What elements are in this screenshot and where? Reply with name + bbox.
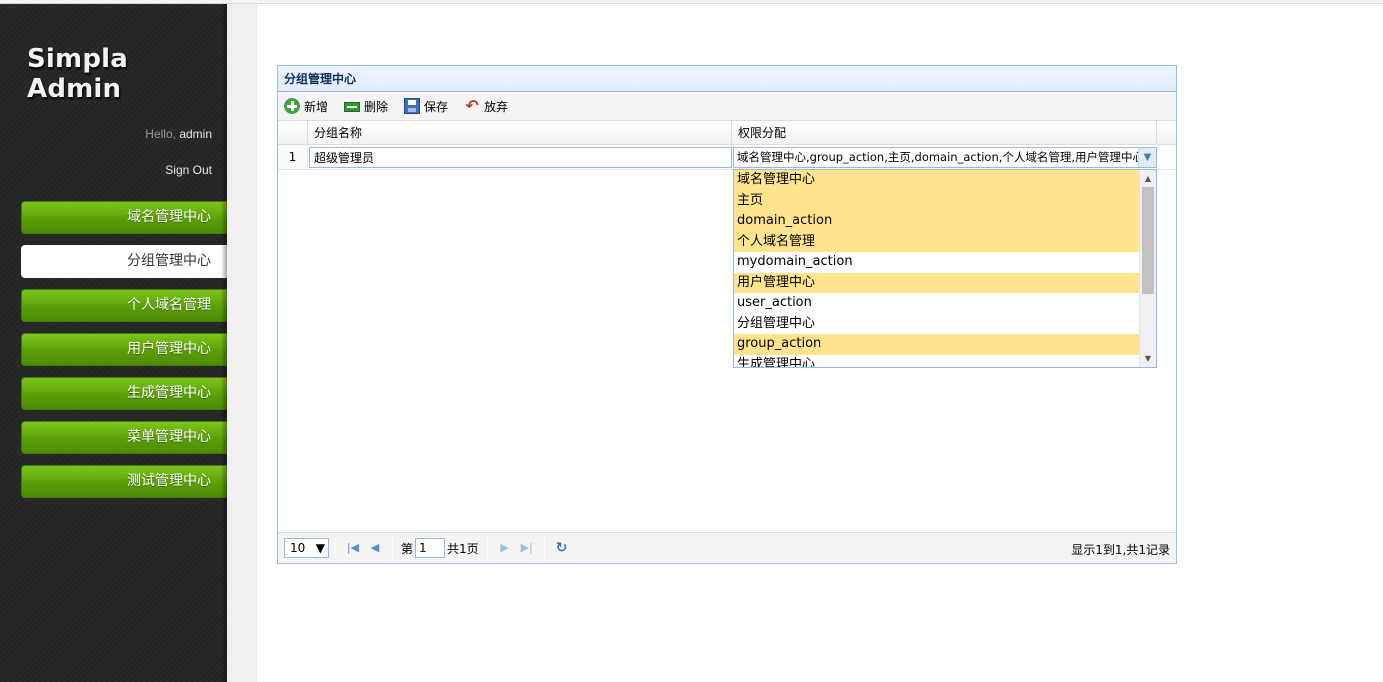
header-filler	[1157, 121, 1176, 145]
permissions-dropdown[interactable]: 域名管理中心 主页 domain_action 个人域名管理 mydomain_acti…	[733, 169, 1157, 368]
dropdown-arrow-icon: ▼	[315, 541, 325, 555]
dropdown-scrollbar[interactable]: ▲ ▼	[1139, 170, 1156, 367]
sidebar-nav: 域名管理中心 分组管理中心 个人域名管理 用户管理中心 生成管理中心 菜单管理中心 测试管理…	[21, 201, 227, 509]
sidebar-item[interactable]: 测试管理中心	[21, 465, 227, 498]
pager-separator	[392, 538, 393, 558]
pager-separator	[543, 538, 545, 558]
delete-icon	[344, 102, 361, 112]
save-button[interactable]: 保存	[404, 98, 448, 115]
add-button[interactable]: 新增	[284, 98, 328, 115]
scroll-up-icon[interactable]: ▲	[1140, 170, 1156, 187]
sidebar-item[interactable]: 生成管理中心	[21, 377, 227, 410]
row-number-header	[278, 121, 308, 145]
refresh-icon[interactable]: ↻	[551, 538, 573, 558]
sidebar-item[interactable]: 个人域名管理	[21, 289, 227, 322]
last-page-icon[interactable]: ▶|	[516, 538, 538, 558]
page-prefix: 第	[401, 541, 414, 556]
permissions-cell: 域名管理中心,group_action,主页,domain_action,个人域…	[732, 145, 1157, 169]
column-header-permissions[interactable]: 权限分配	[732, 121, 1157, 145]
permission-option[interactable]: group_action	[734, 334, 1139, 355]
permission-option[interactable]: domain_action	[734, 211, 1139, 232]
brand-title: Simpla Admin	[27, 44, 128, 104]
next-page-icon[interactable]: ▶	[494, 538, 516, 558]
permission-option[interactable]: 用户管理中心	[734, 272, 1139, 293]
page-number-input[interactable]: 1	[415, 538, 446, 558]
content-gutter	[227, 4, 257, 682]
undo-icon: ↶	[465, 96, 479, 115]
sidebar-item[interactable]: 用户管理中心	[21, 333, 227, 366]
column-header-name[interactable]: 分组名称	[308, 121, 732, 145]
scroll-down-icon[interactable]: ▼	[1140, 350, 1156, 367]
cancel-label: 放弃	[484, 99, 509, 114]
grid-header: 分组名称 权限分配	[278, 121, 1176, 145]
permission-option[interactable]: 分组管理中心	[734, 314, 1139, 335]
group-name-input[interactable]	[309, 147, 732, 168]
add-label: 新增	[304, 99, 329, 114]
name-cell	[308, 145, 732, 169]
toolbar: 新增 删除 保存 ↶ 放弃	[278, 92, 1176, 121]
pager-separator	[486, 538, 488, 558]
sidebar-item[interactable]: 域名管理中心	[21, 201, 227, 234]
page-size-value: 10	[290, 541, 306, 555]
panel-title: 分组管理中心	[278, 66, 1176, 92]
page-total: 共1页	[447, 541, 479, 556]
greeting-prefix: Hello,	[145, 127, 176, 141]
scrollbar-thumb[interactable]	[1142, 187, 1154, 294]
save-icon	[404, 98, 421, 114]
permission-option[interactable]: 域名管理中心	[734, 170, 1139, 191]
pagination-bar: 10 ▼ |◀ ◀ 第 1 共1页 ▶ ▶| ↻ 显示1到1,共1记录	[278, 532, 1176, 563]
cancel-button[interactable]: ↶ 放弃	[464, 98, 508, 115]
record-info: 显示1到1,共1记录	[1071, 543, 1170, 557]
permissions-combobox[interactable]: 域名管理中心,group_action,主页,domain_action,个人域…	[733, 147, 1157, 168]
page-size-select[interactable]: 10 ▼	[284, 538, 329, 558]
permissions-option-list: 域名管理中心 主页 domain_action 个人域名管理 mydomain_acti…	[734, 170, 1139, 368]
delete-label: 删除	[364, 99, 389, 114]
first-page-icon[interactable]: |◀	[342, 538, 364, 558]
delete-button[interactable]: 删除	[344, 98, 388, 115]
user-name[interactable]: admin	[179, 127, 212, 141]
table-row[interactable]: 1 域名管理中心,group_action,主页,domain_action,个…	[278, 145, 1176, 170]
permission-option[interactable]: user_action	[734, 293, 1139, 314]
sign-out-link[interactable]: Sign Out	[165, 163, 212, 177]
permission-option[interactable]: 生成管理中心	[734, 355, 1139, 368]
greeting: Hello, admin	[145, 127, 212, 141]
save-label: 保存	[424, 99, 449, 114]
row-number: 1	[278, 145, 308, 169]
sidebar: Simpla Admin Hello, admin Sign Out 域名管理中…	[0, 4, 227, 682]
pager-separator	[335, 538, 336, 558]
sidebar-item[interactable]: 分组管理中心	[21, 245, 227, 278]
add-icon	[284, 98, 300, 114]
chevron-down-icon[interactable]: ▼	[1138, 148, 1156, 167]
permissions-value: 域名管理中心,group_action,主页,domain_action,个人域…	[737, 150, 1138, 164]
permission-option[interactable]: 个人域名管理	[734, 231, 1139, 252]
permission-option[interactable]: 主页	[734, 190, 1139, 211]
permission-option[interactable]: mydomain_action	[734, 252, 1139, 273]
prev-page-icon[interactable]: ◀	[364, 538, 386, 558]
sidebar-item[interactable]: 菜单管理中心	[21, 421, 227, 454]
